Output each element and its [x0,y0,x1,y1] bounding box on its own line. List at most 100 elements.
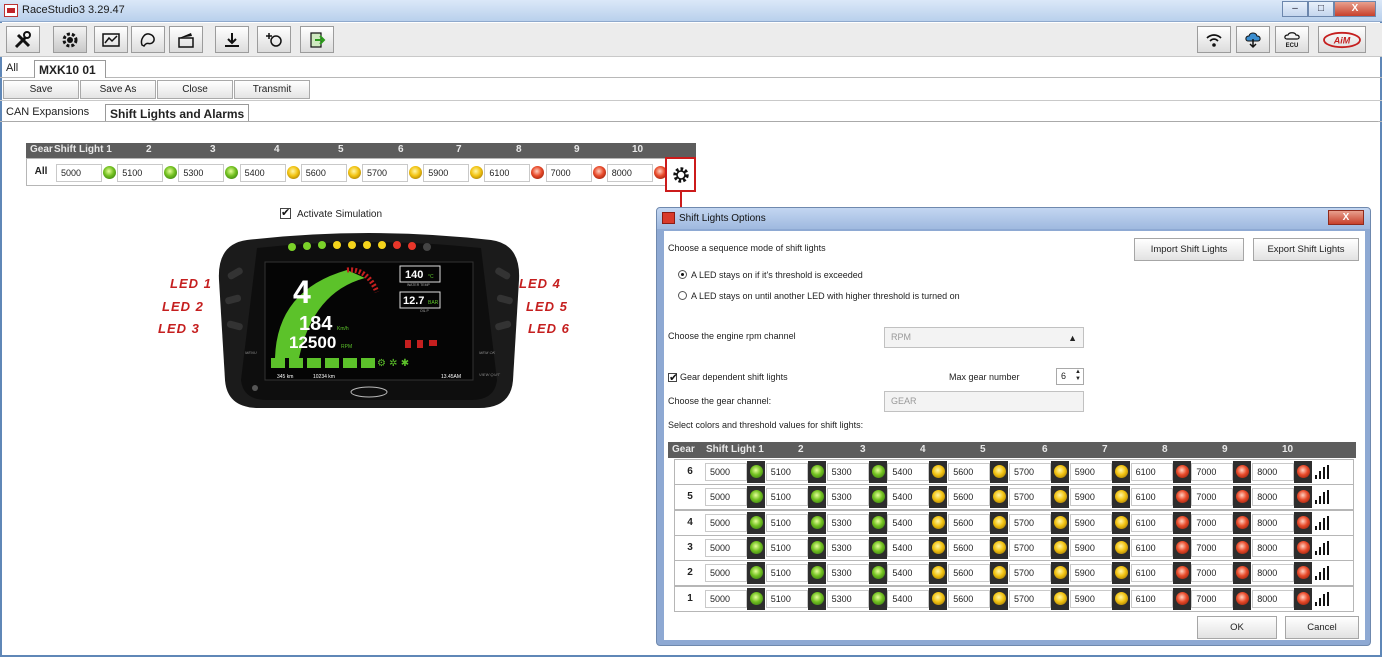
cancel-button[interactable]: Cancel [1285,616,1359,639]
threshold-input[interactable]: 7000 [1191,513,1234,532]
threshold-input[interactable]: 5300 [178,164,225,182]
threshold-input[interactable]: 5400 [887,463,930,481]
threshold-input[interactable]: 5000 [705,564,747,583]
threshold-input[interactable]: 5000 [705,463,747,481]
bar-chart-icon[interactable] [1315,591,1329,606]
add-device-button[interactable] [257,26,291,53]
threshold-input[interactable]: 5100 [765,564,808,583]
gear-dependent-option[interactable]: Gear dependent shift lights [668,371,788,384]
rpm-channel-select[interactable]: RPM ▲ [884,327,1084,348]
threshold-input[interactable]: 5900 [1069,564,1112,583]
threshold-input[interactable]: 5100 [765,538,808,557]
cloud-download-button[interactable] [1236,26,1270,53]
threshold-input[interactable]: 5700 [1009,513,1051,532]
threshold-input[interactable]: 5900 [1069,513,1112,532]
threshold-input[interactable]: 5600 [948,463,991,481]
threshold-input[interactable]: 8000 [606,164,653,182]
minimize-button[interactable]: – [1282,1,1308,17]
threshold-input[interactable]: 8000 [1252,564,1295,583]
mode-1-radio[interactable] [678,270,687,279]
threshold-input[interactable]: 6100 [484,164,531,182]
threshold-input[interactable]: 7000 [1191,488,1234,507]
mode-option-2[interactable]: A LED stays on until another LED with hi… [678,291,960,301]
mode-option-1[interactable]: A LED stays on if it's threshold is exce… [678,270,863,280]
threshold-input[interactable]: 5400 [887,513,930,532]
threshold-input[interactable]: 5000 [705,589,747,608]
tab-mxk10-01[interactable]: MXK10 01 ✂ [34,60,106,90]
threshold-input[interactable]: 5600 [948,564,991,583]
threshold-input[interactable]: 5700 [1009,463,1051,481]
threshold-input[interactable]: 5600 [948,513,991,532]
wifi-button[interactable] [1197,26,1231,53]
threshold-input[interactable]: 5700 [1009,488,1051,507]
threshold-input[interactable]: 5100 [765,488,808,507]
dialog-close-button[interactable]: X [1328,210,1364,225]
threshold-input[interactable]: 5900 [423,164,470,182]
threshold-input[interactable]: 5700 [1009,564,1051,583]
threshold-input[interactable]: 5000 [705,538,747,557]
bar-chart-icon[interactable] [1315,515,1329,530]
threshold-input[interactable]: 5900 [1069,538,1112,557]
threshold-input[interactable]: 5000 [56,164,102,182]
transmit-button[interactable]: Transmit [234,80,310,99]
threshold-input[interactable]: 5600 [948,589,991,608]
threshold-input[interactable]: 5300 [826,564,869,583]
ok-button[interactable]: OK [1197,616,1277,639]
threshold-input[interactable]: 5300 [826,538,869,557]
track-button[interactable] [131,26,165,53]
video-button[interactable] [169,26,203,53]
threshold-input[interactable]: 8000 [1252,513,1295,532]
threshold-input[interactable]: 6100 [1130,488,1173,507]
threshold-input[interactable]: 7000 [1191,589,1234,608]
ecu-button[interactable]: ECU [1275,26,1309,53]
dashboard-button[interactable] [94,26,128,53]
activate-simulation[interactable]: Activate Simulation [280,206,382,220]
threshold-input[interactable]: 5300 [826,463,869,481]
threshold-input[interactable]: 7000 [1191,538,1234,557]
max-gear-spinner[interactable]: 6 ▲ ▼ [1056,368,1084,385]
threshold-input[interactable]: 5100 [117,164,164,182]
export-button[interactable] [300,26,334,53]
threshold-input[interactable]: 5000 [705,513,747,532]
download-button[interactable] [215,26,249,53]
threshold-input[interactable]: 7000 [545,164,592,182]
export-shift-lights-button[interactable]: Export Shift Lights [1253,238,1359,261]
threshold-input[interactable]: 5400 [239,164,286,182]
threshold-input[interactable]: 5300 [826,589,869,608]
bar-chart-icon[interactable] [1315,465,1329,479]
tab-can-expansions[interactable]: CAN Expansions [2,104,93,122]
threshold-input[interactable]: 8000 [1252,538,1295,557]
close-window-button[interactable]: X [1334,1,1376,17]
shift-options-button[interactable] [665,157,696,192]
configuration-button[interactable] [53,26,87,53]
bar-chart-icon[interactable] [1315,566,1329,581]
aim-logo-button[interactable]: AiM [1318,26,1366,53]
threshold-input[interactable]: 6100 [1130,513,1173,532]
threshold-input[interactable]: 6100 [1130,463,1173,481]
threshold-input[interactable]: 5000 [705,488,747,507]
close-button[interactable]: Close [157,80,233,99]
threshold-input[interactable]: 5100 [765,513,808,532]
tab-all[interactable]: All [2,60,22,78]
threshold-input[interactable]: 5400 [887,589,930,608]
mode-2-radio[interactable] [678,291,687,300]
threshold-input[interactable]: 8000 [1252,463,1295,481]
import-shift-lights-button[interactable]: Import Shift Lights [1134,238,1244,261]
bar-chart-icon[interactable] [1315,540,1329,555]
threshold-input[interactable]: 5400 [887,564,930,583]
threshold-input[interactable]: 5300 [826,513,869,532]
threshold-input[interactable]: 8000 [1252,488,1295,507]
threshold-input[interactable]: 5900 [1069,589,1112,608]
threshold-input[interactable]: 5900 [1069,463,1112,481]
threshold-input[interactable]: 6100 [1130,564,1173,583]
spinner-arrows-icon[interactable]: ▲ ▼ [1075,369,1081,383]
threshold-input[interactable]: 5700 [1009,538,1051,557]
threshold-input[interactable]: 5600 [300,164,347,182]
threshold-input[interactable]: 5700 [1009,589,1051,608]
save-as-button[interactable]: Save As [80,80,156,99]
threshold-input[interactable]: 5700 [362,164,408,182]
threshold-input[interactable]: 5600 [948,488,991,507]
threshold-input[interactable]: 8000 [1252,589,1295,608]
gear-channel-select[interactable]: GEAR [884,391,1084,412]
threshold-input[interactable]: 6100 [1130,589,1173,608]
